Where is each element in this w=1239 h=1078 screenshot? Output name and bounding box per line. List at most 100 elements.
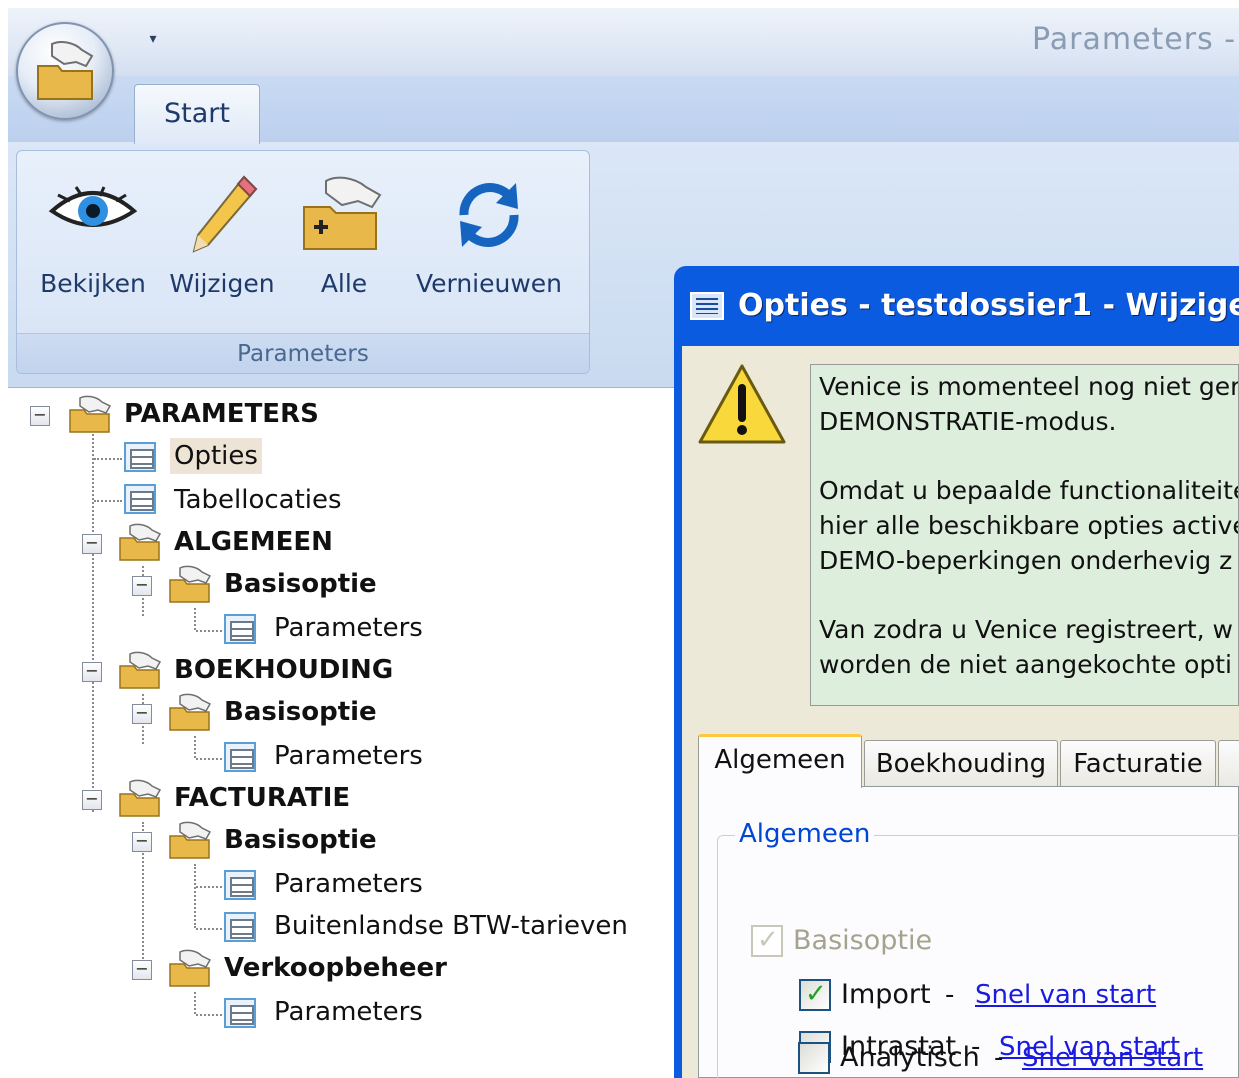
tab-boekhouding[interactable]: Boekhouding: [864, 740, 1058, 786]
analytisch-snel-van-start-link[interactable]: Snel van start: [1022, 1038, 1203, 1078]
dialog-title: Opties - testdossier1 - Wijzige: [738, 288, 1239, 323]
table-icon: [224, 614, 256, 644]
separator-dash: -: [994, 1043, 1004, 1073]
tab-start[interactable]: Start: [134, 84, 260, 144]
tree-item-boekhouding-parameters[interactable]: Parameters: [274, 738, 423, 774]
checkmark-icon: ✓: [757, 925, 779, 955]
tree-connector: [194, 864, 196, 928]
table-icon: [224, 870, 256, 900]
tree-item-facturatie-basisoptie[interactable]: Basisoptie: [224, 822, 377, 858]
tree-connector: [196, 758, 222, 760]
tree-item-algemeen-parameters[interactable]: Parameters: [274, 610, 423, 646]
vernieuwen-label: Vernieuwen: [415, 269, 563, 298]
option-analytisch[interactable]: Analytisch - Snel van start: [798, 1038, 1238, 1078]
alle-button[interactable]: Alle: [289, 163, 399, 323]
alle-label: Alle: [320, 269, 368, 298]
option-basisoptie: ✓ Basisoptie: [751, 921, 1051, 961]
warning-icon: [698, 364, 786, 444]
add-folder-icon: [303, 176, 382, 250]
tree-connector: [196, 928, 222, 930]
option-import[interactable]: ✓ Import - Snel van start: [799, 975, 1239, 1015]
table-icon: [224, 742, 256, 772]
table-icon: [224, 912, 256, 942]
collapse-toggle[interactable]: −: [82, 790, 102, 810]
dialog-client-area: Venice is momenteel nog niet ger DEMONSTR…: [682, 346, 1239, 1078]
vernieuwen-button[interactable]: Vernieuwen: [401, 163, 577, 323]
tree-connector: [196, 886, 222, 888]
collapse-toggle[interactable]: −: [30, 406, 50, 426]
tree-item-boekhouding-basisoptie[interactable]: Basisoptie: [224, 694, 377, 730]
collapse-toggle[interactable]: −: [132, 704, 152, 724]
quick-access-dropdown-icon[interactable]: ▾: [142, 26, 164, 52]
table-icon: [124, 484, 156, 514]
info-line: Omdat u bepaalde functionaliteite: [819, 476, 1239, 505]
options-dialog: Opties - testdossier1 - Wijzige Venice i…: [674, 266, 1239, 1078]
import-snel-van-start-link[interactable]: Snel van start: [975, 975, 1156, 1015]
collapse-toggle[interactable]: −: [82, 662, 102, 682]
info-paragraph: Venice is momenteel nog niet ger DEMONSTR…: [819, 369, 1238, 439]
window-title: Parameters -: [1032, 22, 1237, 57]
folder-icon: [169, 693, 212, 731]
info-line: Venice is momenteel nog niet ger: [819, 372, 1239, 401]
folder-icon: [169, 565, 212, 603]
tree-connector: [194, 992, 196, 1014]
bekijken-button[interactable]: Bekijken: [31, 163, 155, 323]
basisoptie-checkbox: ✓: [751, 925, 783, 957]
refresh-icon: [459, 183, 519, 247]
tab-algemeen[interactable]: Algemeen: [698, 734, 862, 788]
tree-connector: [194, 736, 196, 758]
tree-item-algemeen-basisoptie[interactable]: Basisoptie: [224, 566, 377, 602]
tree-item-facturatie-parameters[interactable]: Parameters: [274, 866, 423, 902]
tree-item-buitenlandse-btw-tarieven[interactable]: Buitenlandse BTW-tarieven: [274, 908, 628, 944]
tab-facturatie[interactable]: Facturatie: [1060, 740, 1216, 786]
info-paragraph: Van zodra u Venice registreert, w worden …: [819, 612, 1233, 682]
bekijken-label: Bekijken: [40, 269, 146, 298]
folder-icon: [119, 651, 162, 689]
pencil-icon: [192, 175, 258, 253]
wijzigen-button[interactable]: Wijzigen: [157, 163, 287, 323]
analytisch-checkbox[interactable]: [798, 1042, 830, 1074]
info-line: DEMONSTRATIE-modus.: [819, 407, 1117, 436]
tree-item-algemeen[interactable]: ALGEMEEN: [174, 524, 333, 560]
tree-item-boekhouding[interactable]: BOEKHOUDING: [174, 652, 393, 688]
tab-next[interactable]: [1218, 740, 1239, 786]
options-tabs: Algemeen Boekhouding Facturatie: [698, 734, 1239, 788]
parameters-tree[interactable]: − PARAMETERS Opties Tabellocaties − ALGE…: [8, 390, 668, 1078]
tree-item-opties[interactable]: Opties: [170, 438, 262, 474]
collapse-toggle[interactable]: −: [82, 534, 102, 554]
tree-item-verkoopbeheer-parameters[interactable]: Parameters: [274, 994, 423, 1030]
application-window: Parameters - ▾ Start Bekijken Wijzigen A…: [0, 0, 1239, 1078]
folder-icon: [119, 523, 162, 561]
tree-item-facturatie[interactable]: FACTURATIE: [174, 780, 350, 816]
collapse-toggle[interactable]: −: [132, 832, 152, 852]
collapse-toggle[interactable]: −: [132, 576, 152, 596]
tab-panel-algemeen: Algemeen ✓ Basisoptie ✓ Import - Snel va…: [698, 786, 1239, 1078]
checkmark-icon: ✓: [805, 979, 827, 1009]
basisoptie-label: Basisoptie: [793, 925, 933, 956]
info-line: hier alle beschikbare opties active: [819, 511, 1239, 540]
tree-item-verkoopbeheer[interactable]: Verkoopbeheer: [224, 950, 447, 986]
tree-connector: [92, 426, 94, 812]
tree-connector: [196, 1014, 222, 1016]
tree-connector: [94, 500, 122, 502]
eye-icon: [48, 186, 138, 227]
tree-connector: [94, 458, 122, 460]
collapse-toggle[interactable]: −: [132, 960, 152, 980]
table-icon: [124, 442, 156, 472]
demo-info-box: Venice is momenteel nog niet ger DEMONSTR…: [810, 364, 1239, 706]
separator-dash: -: [945, 980, 955, 1010]
folder-icon: [119, 779, 162, 817]
info-line: Van zodra u Venice registreert, w: [819, 615, 1233, 644]
info-line: worden de niet aangekochte opti: [819, 650, 1232, 679]
folder-icon: [69, 395, 112, 433]
tree-connector: [194, 608, 196, 630]
info-paragraph: Omdat u bepaalde functionaliteite hier al…: [819, 473, 1238, 578]
tree-item-parameters-root[interactable]: PARAMETERS: [124, 396, 319, 432]
wijzigen-label: Wijzigen: [169, 269, 275, 298]
hand-folder-icon: [37, 41, 94, 100]
import-checkbox[interactable]: ✓: [799, 979, 831, 1011]
tree-item-tabellocaties[interactable]: Tabellocaties: [174, 482, 342, 518]
application-menu-button[interactable]: [16, 22, 114, 120]
ribbon-group-caption: Parameters: [17, 333, 589, 373]
folder-icon: [169, 821, 212, 859]
